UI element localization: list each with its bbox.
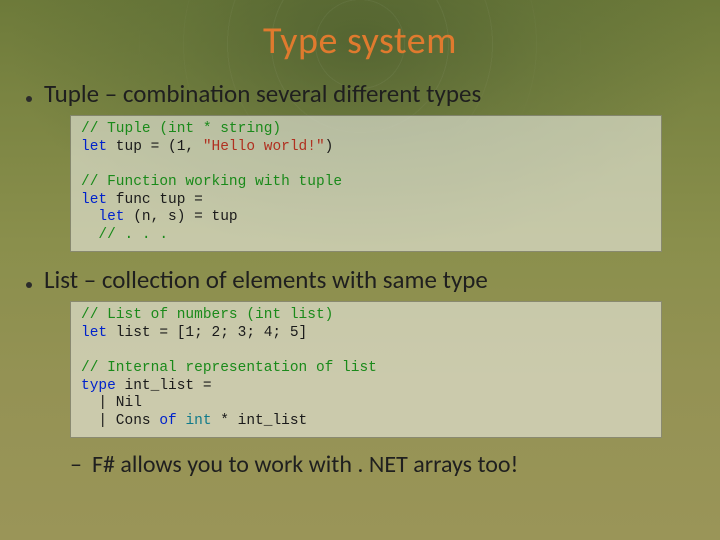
code-keyword: of [159,413,176,429]
code-keyword: let [81,209,125,225]
code-text: list = [1; 2; 3; 4; 5] [107,325,307,341]
code-text: * int_list [212,413,308,429]
code-line: // Function working with tuple [81,174,342,190]
bullet-text: List – collection of elements with same … [44,264,488,295]
bullet-dot-icon [26,282,32,288]
code-text: | Nil [81,395,142,411]
code-type: int [185,413,211,429]
page-title: Type system [26,18,694,64]
bullet-dot-icon [26,96,32,102]
bullet-list: Tuple – combination several different ty… [26,78,694,479]
bullet-tuple: Tuple – combination several different ty… [26,78,694,252]
dash-icon: – [70,453,82,477]
code-text: func tup = [107,192,203,208]
sub-bullet-text: F# allows you to work with . NET arrays … [92,450,518,479]
sub-bullet-list: – F# allows you to work with . NET array… [70,450,694,479]
code-keyword: let [81,325,107,341]
code-keyword: type [81,378,116,394]
bullet-list-item: List – collection of elements with same … [26,264,694,479]
code-text: ) [325,139,334,155]
code-keyword: let [81,192,107,208]
code-block-tuple: // Tuple (int * string) let tup = (1, "H… [70,115,662,252]
bullet-text: Tuple – combination several different ty… [44,78,481,109]
code-keyword: let [81,139,107,155]
code-text: (n, s) = tup [125,209,238,225]
code-string: "Hello world!" [203,139,325,155]
code-line: // List of numbers (int list) [81,307,333,323]
sub-bullet: – F# allows you to work with . NET array… [70,450,694,479]
code-block-list: // List of numbers (int list) let list =… [70,301,662,438]
code-text: tup = (1, [107,139,203,155]
code-text: | Cons [81,413,159,429]
code-text: int_list = [116,378,212,394]
slide: Type system Tuple – combination several … [0,0,720,540]
code-line: // . . . [81,227,168,243]
code-line: // Tuple (int * string) [81,121,281,137]
code-line: // Internal representation of list [81,360,377,376]
